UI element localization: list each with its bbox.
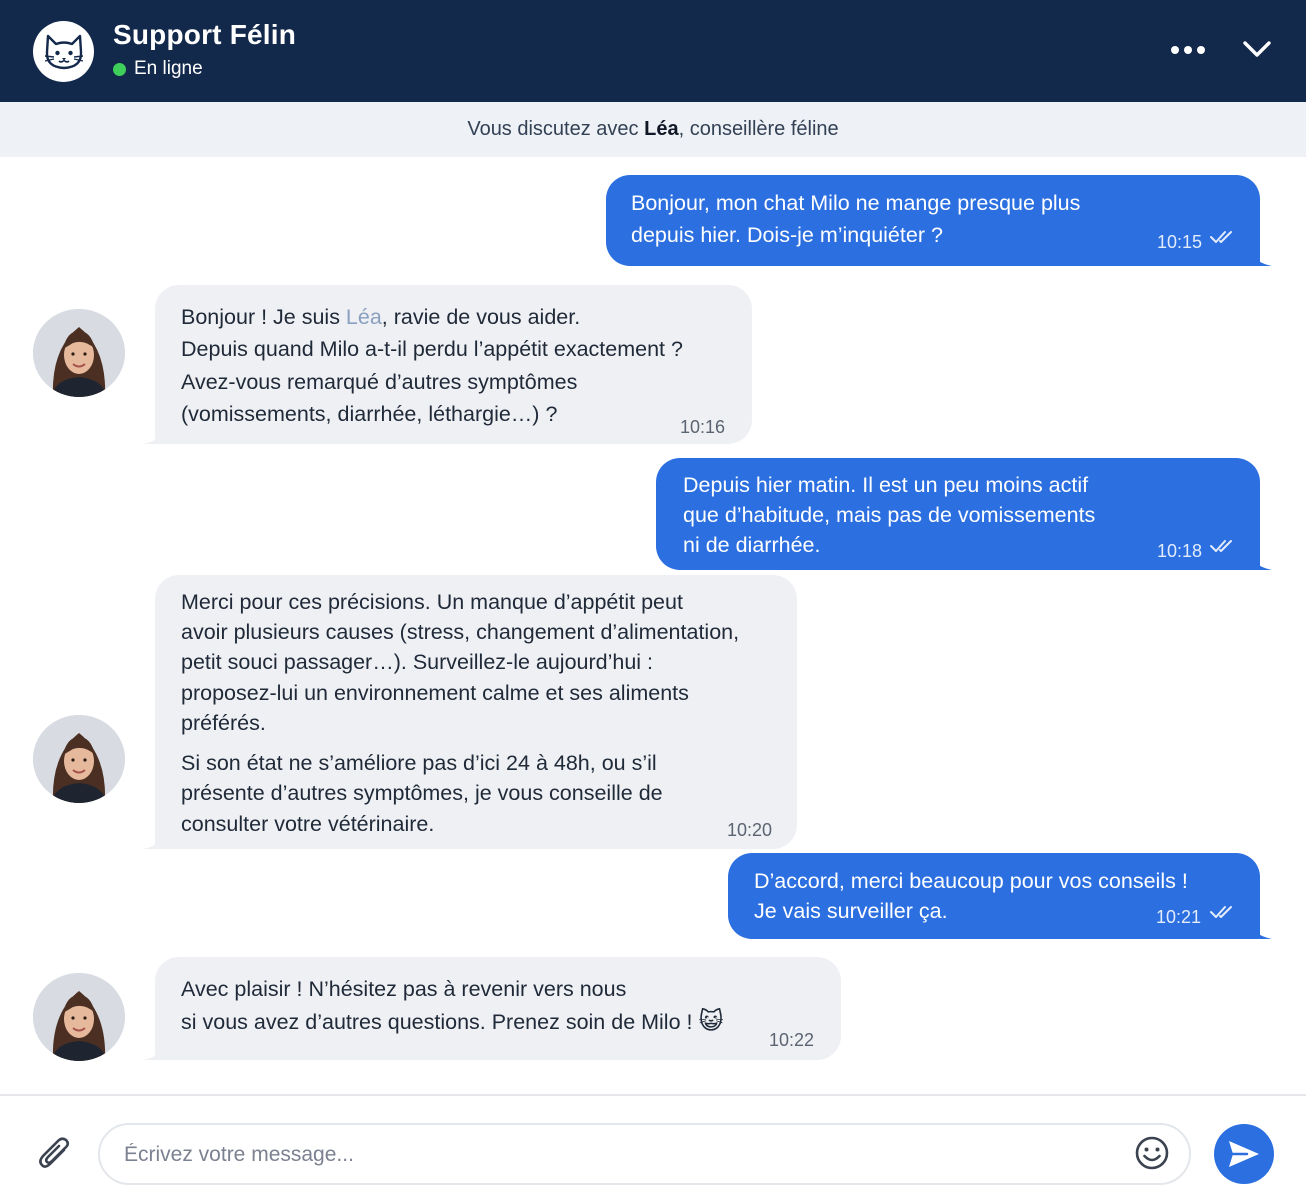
message-text: que d’habitude, mais pas de vomissements bbox=[683, 503, 1096, 527]
incoming-message: Merci pour ces précisions. Un manque d’a… bbox=[143, 575, 797, 849]
message-text: depuis hier. Dois-je m’inquiéter ? bbox=[631, 223, 943, 247]
outgoing-message: Depuis hier matin. Il est un peu moins a… bbox=[656, 458, 1272, 570]
outgoing-message: Bonjour, mon chat Milo ne mange presque … bbox=[606, 175, 1272, 266]
message-text: Depuis hier matin. Il est un peu moins a… bbox=[683, 473, 1089, 497]
message-text: préférés. bbox=[181, 711, 266, 735]
double-check-icon bbox=[1210, 906, 1232, 918]
chevron-down-icon bbox=[1243, 41, 1271, 57]
bubble-tail-icon bbox=[143, 426, 165, 444]
bubble-tail-icon bbox=[1250, 921, 1272, 939]
agent-info-bar: Vous discutez avec Léa, conseillère féli… bbox=[0, 102, 1306, 157]
bubble-tail-icon bbox=[1250, 248, 1272, 266]
message-text: avoir plusieurs causes (stress, changeme… bbox=[181, 620, 740, 644]
agent-avatar bbox=[33, 715, 125, 803]
bubble-tail-icon bbox=[143, 1042, 165, 1060]
minimize-chat-button[interactable] bbox=[1238, 33, 1276, 67]
incoming-message: Avec plaisir ! N’hésitez pas à revenir v… bbox=[143, 957, 841, 1060]
online-status: En ligne bbox=[113, 58, 203, 80]
message-text: Avec plaisir ! N’hésitez pas à revenir v… bbox=[181, 977, 627, 1001]
info-suffix: , conseillère féline bbox=[678, 118, 839, 140]
message-time: 10:22 bbox=[769, 1030, 815, 1050]
message-text: Avez-vous remarqué d’autres symptômes bbox=[181, 370, 578, 394]
message-input[interactable] bbox=[124, 1139, 1104, 1171]
message-text: Je vais surveiller ça. bbox=[754, 899, 948, 923]
agent-portrait-icon bbox=[33, 715, 125, 803]
more-dot-icon bbox=[1171, 46, 1179, 54]
send-button[interactable] bbox=[1214, 1124, 1274, 1184]
send-icon bbox=[1229, 1141, 1259, 1167]
attach-file-button[interactable] bbox=[36, 1134, 74, 1174]
message-text: présente d’autres symptômes, je vous con… bbox=[181, 781, 663, 805]
message-text-part: Bonjour ! Je suis bbox=[181, 305, 346, 329]
cat-logo-icon bbox=[33, 21, 94, 82]
agent-avatar bbox=[33, 309, 125, 397]
outgoing-message: D’accord, merci beaucoup pour vos consei… bbox=[728, 853, 1272, 939]
message-text: Merci pour ces précisions. Un manque d’a… bbox=[181, 590, 683, 614]
message-time: 10:18 bbox=[1157, 541, 1203, 561]
agent-name-mention: Léa bbox=[345, 305, 382, 329]
message-text: Depuis quand Milo a-t-il perdu l’appétit… bbox=[181, 337, 683, 361]
message-time: 10:20 bbox=[727, 820, 773, 840]
message-text: (vomissements, diarrhée, léthargie…) ? bbox=[181, 402, 558, 426]
double-check-icon bbox=[1210, 540, 1232, 552]
bubble-tail-icon bbox=[1250, 552, 1272, 570]
message-time: 10:21 bbox=[1156, 907, 1202, 927]
message-text-part: si vous avez d’autres questions. Prenez … bbox=[181, 1010, 693, 1034]
online-dot-icon bbox=[113, 62, 126, 76]
message-time: 10:16 bbox=[680, 417, 726, 437]
more-dot-icon bbox=[1197, 46, 1205, 54]
smiling-cat-emoji-icon: 😺 bbox=[698, 1008, 724, 1035]
agent-portrait-icon bbox=[33, 973, 125, 1061]
double-check-icon bbox=[1210, 231, 1232, 243]
incoming-message: Bonjour ! Je suis Léa, ravie de vous aid… bbox=[143, 285, 752, 444]
message-composer bbox=[98, 1123, 1191, 1185]
agent-avatar bbox=[33, 973, 125, 1061]
message-text: Bonjour ! Je suis Léa, ravie de vous aid… bbox=[181, 301, 580, 333]
info-prefix: Vous discutez avec bbox=[467, 118, 645, 140]
emoji-picker-button[interactable] bbox=[1134, 1135, 1170, 1171]
paperclip-icon bbox=[39, 1137, 70, 1168]
message-text: D’accord, merci beaucoup pour vos consei… bbox=[754, 869, 1188, 893]
status-label: En ligne bbox=[134, 58, 203, 79]
bubble-tail-icon bbox=[143, 831, 165, 849]
message-text: ni de diarrhée. bbox=[683, 533, 821, 557]
chat-title: Support Félin bbox=[113, 19, 297, 50]
chat-header: Support Félin En ligne bbox=[0, 0, 1306, 102]
message-text: proposez-lui un environnement calme et s… bbox=[181, 681, 689, 705]
message-text-part: , ravie de vous aider. bbox=[381, 305, 581, 329]
smiley-icon bbox=[1135, 1136, 1169, 1170]
message-time: 10:15 bbox=[1157, 232, 1203, 252]
more-options-button[interactable] bbox=[1168, 36, 1208, 64]
agent-name: Léa bbox=[644, 118, 679, 140]
composer-divider bbox=[0, 1094, 1306, 1096]
message-text: Si son état ne s’améliore pas d’ici 24 à… bbox=[181, 751, 657, 775]
agent-portrait-icon bbox=[33, 309, 125, 397]
message-text: Bonjour, mon chat Milo ne mange presque … bbox=[631, 191, 1081, 215]
more-dot-icon bbox=[1184, 46, 1192, 54]
message-text: si vous avez d’autres questions. Prenez … bbox=[181, 1006, 724, 1038]
message-text: petit souci passager…). Surveillez-le au… bbox=[181, 650, 654, 674]
message-text: consulter votre vétérinaire. bbox=[181, 812, 435, 836]
